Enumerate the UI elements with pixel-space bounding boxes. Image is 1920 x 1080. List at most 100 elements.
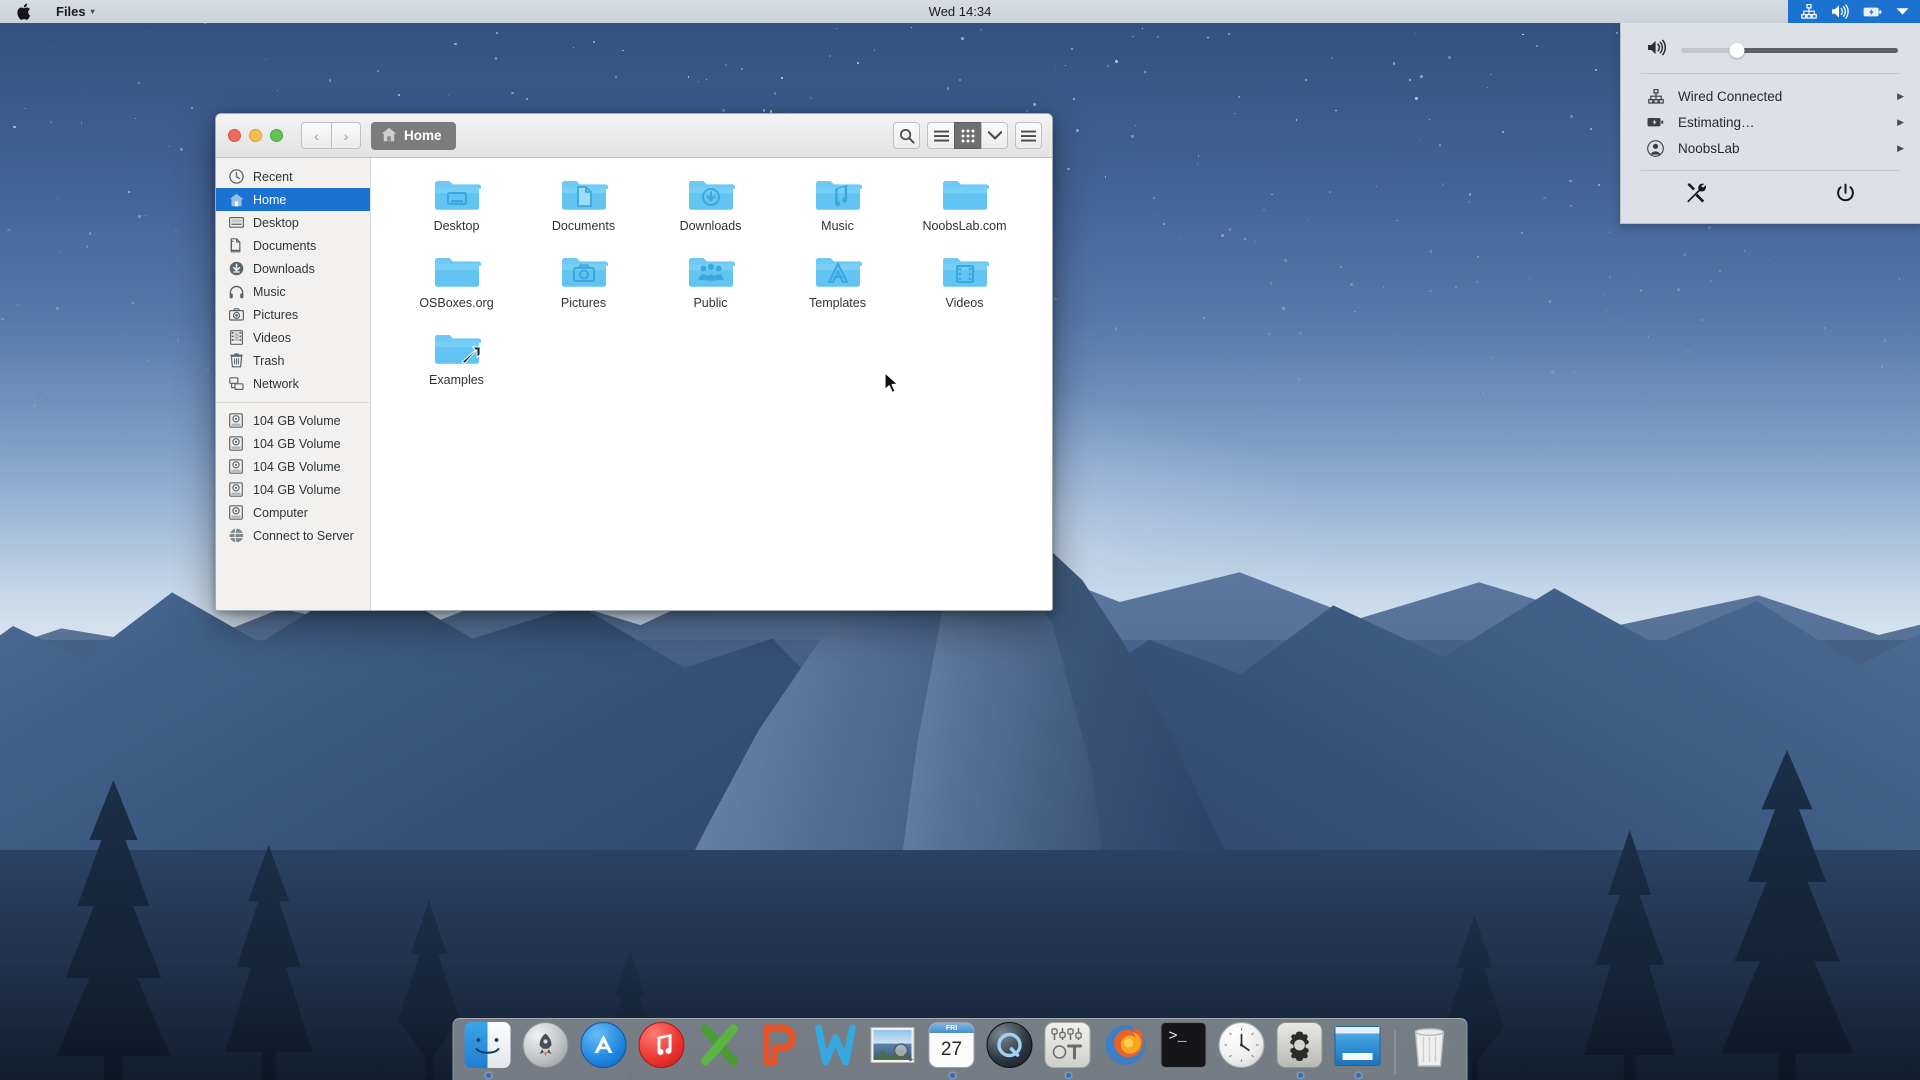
search-button[interactable] [893, 122, 920, 149]
volume-control-row [1621, 33, 1920, 73]
sidebar-item-label: Network [253, 377, 299, 391]
settings-icon [1277, 1022, 1325, 1070]
settings-button[interactable] [1621, 179, 1771, 207]
dock-item-writer[interactable] [812, 1022, 862, 1080]
grid-view-button[interactable] [954, 122, 981, 149]
file-item[interactable]: Videos [901, 252, 1028, 315]
calc-icon [697, 1022, 745, 1070]
network-wired-icon [1647, 89, 1664, 104]
sidebar-item-104-gb-volume[interactable]: 104 GB Volume [216, 432, 370, 455]
file-item[interactable]: Pictures [520, 252, 647, 315]
volume-slider[interactable] [1681, 41, 1898, 59]
dock-item-impress[interactable] [754, 1022, 804, 1080]
file-item-label: Examples [429, 373, 484, 387]
folder-icon [433, 329, 481, 369]
sidebar-item-network[interactable]: Network [216, 372, 370, 395]
sidebar-item-desktop[interactable]: Desktop [216, 211, 370, 234]
menubar-clock: Wed 14:34 [0, 4, 1920, 19]
file-item[interactable]: Downloads [647, 175, 774, 238]
sidebar-item-music[interactable]: Music [216, 280, 370, 303]
sidebar-item-home[interactable]: Home [216, 188, 370, 211]
dock-item-settings[interactable] [1276, 1022, 1326, 1080]
sidebar-item-label: Desktop [253, 216, 299, 230]
volume-slider-handle[interactable] [1730, 43, 1745, 58]
battery-icon[interactable] [1863, 6, 1882, 18]
sidebar-item-label: Pictures [253, 308, 298, 322]
sidebar-item-recent[interactable]: Recent [216, 165, 370, 188]
folder-icon [687, 252, 735, 292]
file-item[interactable]: Public [647, 252, 774, 315]
view-options-button[interactable] [981, 122, 1008, 149]
sidebar-item-104-gb-volume[interactable]: 104 GB Volume [216, 455, 370, 478]
volume-icon[interactable] [1831, 4, 1849, 19]
folder-icon [560, 175, 608, 215]
menu-item-files[interactable]: Files ▾ [46, 0, 105, 23]
dock-item-launchpad[interactable] [522, 1022, 572, 1080]
menu-button[interactable] [1015, 122, 1042, 149]
file-item[interactable]: Templates [774, 252, 901, 315]
panel-action-buttons [1621, 171, 1920, 223]
file-manager-window: ‹ › Home [215, 113, 1053, 611]
clock-icon [228, 169, 244, 185]
breadcrumb-label: Home [404, 128, 442, 143]
indicator-row-network[interactable]: Wired Connected ▶ [1621, 83, 1920, 109]
file-item[interactable]: Examples [393, 329, 520, 392]
dock-item-app-store[interactable] [580, 1022, 630, 1080]
user-account-icon [1647, 140, 1664, 157]
apple-logo-icon[interactable] [0, 3, 46, 20]
file-item[interactable]: Desktop [393, 175, 520, 238]
file-item[interactable]: NoobsLab.com [901, 175, 1028, 238]
dock-item-system-preferences[interactable] [1044, 1022, 1094, 1080]
file-manager-content[interactable]: DesktopDocumentsDownloads Music NoobsLab.c… [371, 158, 1052, 610]
dock-item-calc[interactable] [696, 1022, 746, 1080]
navigation-buttons: ‹ › [301, 122, 361, 149]
sidebar-item-videos[interactable]: Videos [216, 326, 370, 349]
documents-icon [228, 238, 244, 254]
sidebar-item-documents[interactable]: Documents [216, 234, 370, 257]
file-item[interactable]: OSBoxes.org [393, 252, 520, 315]
breadcrumb-home[interactable]: Home [371, 122, 456, 150]
dock-item-calendar[interactable]: FRI27 [928, 1022, 978, 1080]
folder-icon [941, 175, 989, 215]
sidebar-item-downloads[interactable]: Downloads [216, 257, 370, 280]
dock-item-trash[interactable] [1407, 1022, 1457, 1080]
indicator-row-user[interactable]: NoobsLab ▶ [1621, 135, 1920, 161]
forward-button[interactable]: › [331, 122, 361, 149]
dock-item-firefox[interactable] [1102, 1022, 1152, 1080]
file-item-label: Music [821, 219, 854, 233]
dock-item-clock[interactable] [1218, 1022, 1268, 1080]
chevron-down-icon[interactable] [1896, 7, 1909, 16]
dock-item-window-manager[interactable] [1334, 1022, 1384, 1080]
quicktime-icon [987, 1022, 1035, 1070]
list-view-button[interactable] [927, 122, 954, 149]
dock-item-terminal[interactable]: >_ [1160, 1022, 1210, 1080]
sidebar-item-pictures[interactable]: Pictures [216, 303, 370, 326]
headphones-icon [228, 284, 244, 300]
file-item[interactable]: Documents [520, 175, 647, 238]
home-icon [228, 192, 244, 208]
film-icon [228, 330, 244, 346]
minimize-button[interactable] [249, 129, 262, 142]
sidebar-item-104-gb-volume[interactable]: 104 GB Volume [216, 478, 370, 501]
firefox-icon [1103, 1022, 1151, 1070]
sidebar-item-104-gb-volume[interactable]: 104 GB Volume [216, 409, 370, 432]
dock-item-image-viewer[interactable] [870, 1022, 920, 1080]
file-item-label: Videos [946, 296, 984, 310]
network-wired-icon[interactable] [1801, 4, 1817, 19]
power-button[interactable] [1771, 179, 1920, 207]
close-button[interactable] [228, 129, 241, 142]
dock-item-quicktime[interactable] [986, 1022, 1036, 1080]
back-button[interactable]: ‹ [301, 122, 331, 149]
mouse-cursor [884, 372, 902, 394]
drive-icon [228, 413, 244, 429]
maximize-button[interactable] [270, 129, 283, 142]
view-mode-segmented-control [927, 122, 1008, 149]
sidebar-item-computer[interactable]: Computer [216, 501, 370, 524]
sidebar-item-trash[interactable]: Trash [216, 349, 370, 372]
dock-item-itunes[interactable] [638, 1022, 688, 1080]
dock-item-finder[interactable] [464, 1022, 514, 1080]
file-item[interactable]: Music [774, 175, 901, 238]
desktop-icon [228, 215, 244, 231]
sidebar-item-connect-to-server[interactable]: Connect to Server [216, 524, 370, 547]
indicator-row-battery[interactable]: Estimating… ▶ [1621, 109, 1920, 135]
